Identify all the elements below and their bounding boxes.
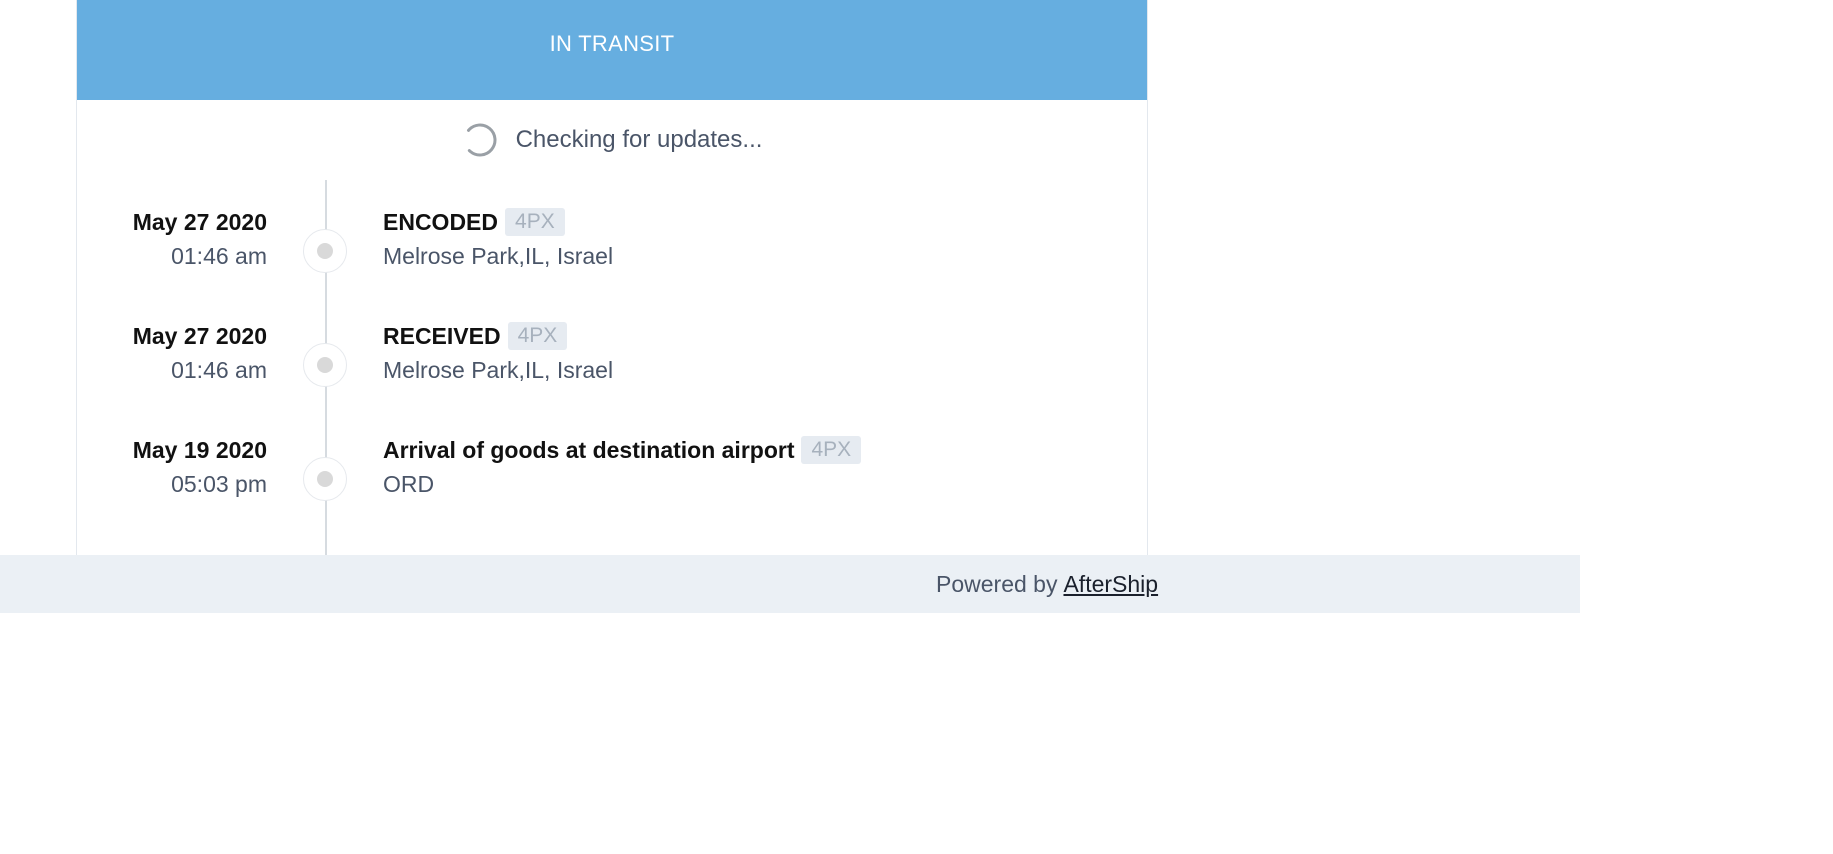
timeline-dot-icon <box>317 243 333 259</box>
event-title: RECEIVED <box>383 322 501 349</box>
timeline-dot-icon <box>317 357 333 373</box>
timeline-event: May 27 2020 01:46 am ENCODED 4PX Melrose… <box>77 205 1147 305</box>
event-date: May 19 2020 <box>132 437 267 463</box>
carrier-badge: 4PX <box>801 436 862 464</box>
event-datetime: May 27 2020 01:46 am <box>77 319 267 387</box>
carrier-badge: 4PX <box>505 208 565 236</box>
carrier-badge: 4PX <box>507 322 568 350</box>
aftership-link[interactable]: AfterShip <box>1063 571 1158 598</box>
timeline-event: May 19 2020 05:03 pm Arrival of goods at… <box>77 433 1147 533</box>
event-datetime: May 27 2020 01:46 am <box>77 205 267 273</box>
event-title: ENCODED <box>383 208 499 235</box>
event-location: Melrose Park,IL, Israel <box>383 357 614 383</box>
timeline-node-icon <box>303 229 347 273</box>
event-details: Arrival of goods at destination airport … <box>383 433 862 501</box>
timeline-node-icon <box>303 343 347 387</box>
tracking-card: IN TRANSIT Checking for updates... May 2… <box>76 0 1148 555</box>
update-checker: Checking for updates... <box>77 118 1147 162</box>
timeline-dot-icon <box>317 471 333 487</box>
event-time: 01:46 am <box>171 243 267 269</box>
event-title-row: ENCODED 4PX <box>383 205 613 239</box>
event-details: RECEIVED 4PX Melrose Park,IL, Israel <box>383 319 613 387</box>
powered-by-text: Powered by <box>936 570 1058 597</box>
event-location: Melrose Park,IL, Israel <box>383 243 614 269</box>
event-time: 01:46 am <box>171 357 267 383</box>
status-banner: IN TRANSIT <box>77 0 1147 100</box>
event-datetime: May 19 2020 05:03 pm <box>77 433 267 501</box>
event-details: ENCODED 4PX Melrose Park,IL, Israel <box>383 205 613 273</box>
timeline-event: May 27 2020 01:46 am RECEIVED 4PX Melros… <box>77 319 1147 419</box>
event-date: May 27 2020 <box>132 209 267 235</box>
spinner-icon <box>463 123 497 157</box>
footer-bar: Powered by AfterShip <box>0 555 1580 613</box>
status-label: IN TRANSIT <box>549 31 675 56</box>
event-time: 05:03 pm <box>171 471 267 497</box>
event-date: May 27 2020 <box>132 323 267 349</box>
event-title: Arrival of goods at destination airport <box>383 436 795 463</box>
timeline-node-icon <box>303 457 347 501</box>
event-location: ORD <box>383 471 435 497</box>
checking-updates-text: Checking for updates... <box>515 126 763 153</box>
event-title-row: RECEIVED 4PX <box>383 319 613 353</box>
powered-by: Powered by AfterShip <box>936 555 1158 613</box>
event-title-row: Arrival of goods at destination airport … <box>383 433 862 467</box>
